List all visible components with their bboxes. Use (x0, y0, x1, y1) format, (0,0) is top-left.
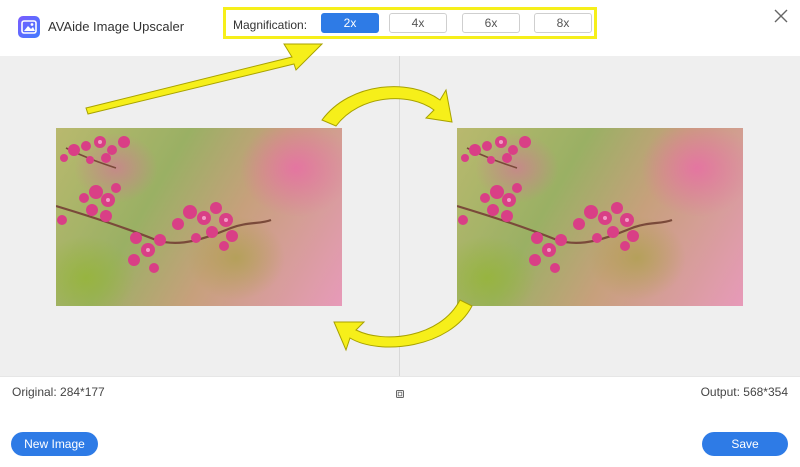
magnification-2x-button[interactable]: 2x (321, 13, 379, 33)
magnification-8x-button[interactable]: 8x (534, 13, 592, 33)
save-button[interactable]: Save (702, 432, 788, 456)
original-image (56, 128, 342, 306)
flower-photo-output (457, 128, 743, 306)
magnification-label: Magnification: (233, 18, 308, 32)
header-bar: AVAide Image Upscaler Magnification: 2x … (0, 0, 800, 56)
avaide-logo-icon (18, 16, 40, 38)
footer-divider (0, 376, 800, 377)
magnification-selector: Magnification: 2x 4x 6x 8x (223, 7, 597, 39)
upscaler-window: AVAide Image Upscaler Magnification: 2x … (0, 0, 800, 467)
preview-area (0, 56, 800, 376)
original-size-label: Original: 284*177 (12, 385, 105, 399)
output-size-label: Output: 568*354 (700, 385, 788, 399)
compare-toggle-icon[interactable] (395, 386, 405, 398)
close-icon[interactable] (771, 6, 791, 26)
preview-divider[interactable] (399, 56, 400, 376)
new-image-button[interactable]: New Image (11, 432, 98, 456)
magnification-4x-button[interactable]: 4x (389, 13, 447, 33)
magnification-6x-button[interactable]: 6x (462, 13, 520, 33)
flower-photo-original (56, 128, 342, 306)
upscaled-image (457, 128, 743, 306)
app-title: AVAide Image Upscaler (48, 19, 185, 34)
